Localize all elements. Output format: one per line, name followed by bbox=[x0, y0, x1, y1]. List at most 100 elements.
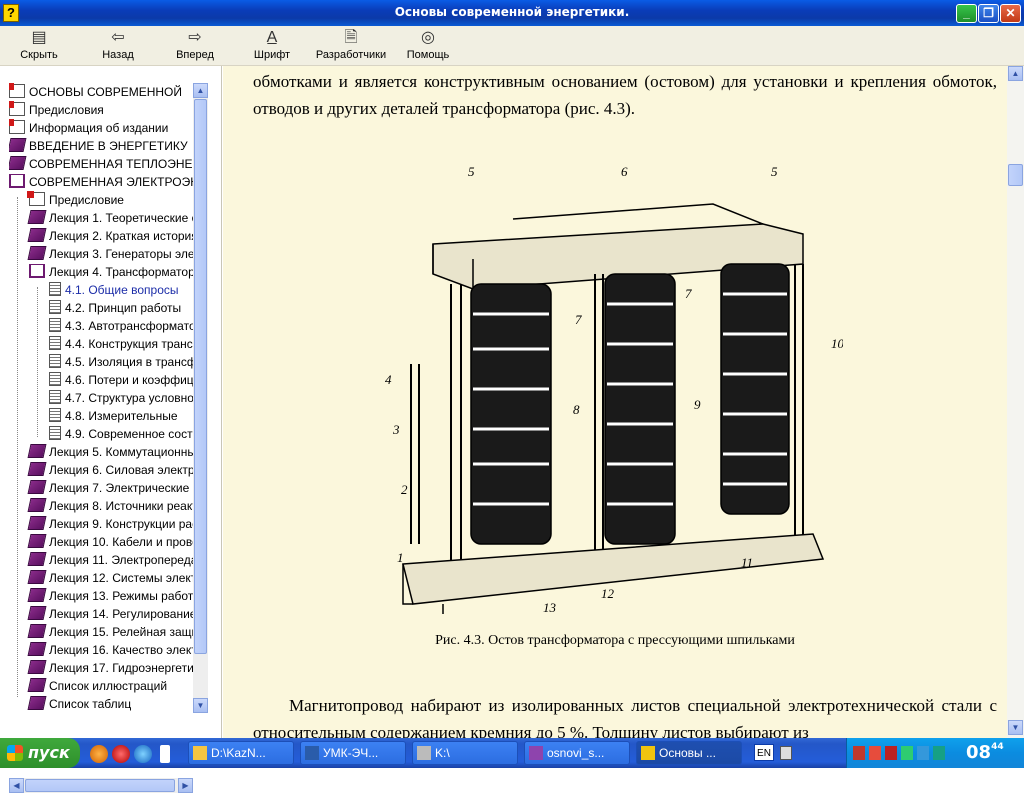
scroll-up-arrow-icon[interactable]: ▲ bbox=[193, 83, 208, 98]
content-vertical-scrollbar[interactable]: ▲ ▼ bbox=[1007, 66, 1024, 738]
help-button[interactable]: ◎ Помощь bbox=[404, 28, 452, 64]
toc-item[interactable]: Лекция 9. Конструкции распределительных bbox=[27, 515, 194, 533]
toc-item[interactable]: Лекция 4. Трансформаторы bbox=[29, 263, 194, 281]
maximize-button[interactable]: ❐ bbox=[978, 4, 999, 23]
toc-item[interactable]: Предисловия bbox=[9, 101, 104, 119]
antivirus-icon[interactable] bbox=[869, 746, 881, 760]
quicklaunch-desktop-icon[interactable] bbox=[160, 745, 170, 763]
toc-item-label: СОВРЕМЕННАЯ ЭЛЕКТРОЭНЕРГЕТИКА bbox=[29, 175, 194, 189]
content-scroll-thumb[interactable] bbox=[1008, 164, 1023, 186]
volume-icon[interactable] bbox=[853, 746, 865, 760]
toc-item[interactable]: Лекция 5. Коммутационные bbox=[27, 443, 194, 461]
toc-item[interactable]: ОСНОВЫ СОВРЕМЕННОЙ bbox=[9, 83, 182, 101]
toc-item[interactable]: Лекция 14. Регулирование bbox=[27, 605, 194, 623]
contents-scroll-thumb[interactable] bbox=[194, 99, 207, 654]
toc-item[interactable]: Лекция 10. Кабели и провода bbox=[27, 533, 194, 551]
toc-item[interactable]: Лекция 1. Теоретические основы bbox=[27, 209, 194, 227]
taskbar-task-button[interactable]: УМК-ЭЧ... bbox=[300, 741, 406, 765]
toc-item[interactable]: Лекция 3. Генераторы электрических станц… bbox=[27, 245, 194, 263]
toc-item-label: СОВРЕМЕННАЯ ТЕПЛОЭНЕРГЕТИКА bbox=[29, 157, 194, 171]
toc-item[interactable]: Лекция 6. Силовая электроника bbox=[27, 461, 194, 479]
close-button[interactable]: ✕ bbox=[1000, 4, 1021, 23]
back-button[interactable]: ⇦ Назад bbox=[96, 28, 140, 64]
book-icon bbox=[9, 156, 27, 170]
font-button[interactable]: A̲ Шрифт bbox=[252, 28, 292, 64]
toc-item[interactable]: Предисловие bbox=[27, 191, 124, 209]
network-icon[interactable] bbox=[901, 746, 913, 760]
toc-item[interactable]: Лекция 16. Качество электроэнергии bbox=[27, 641, 194, 659]
content-scroll-up-icon[interactable]: ▲ bbox=[1008, 66, 1023, 81]
book-open-icon bbox=[29, 264, 45, 278]
toc-item[interactable]: СОВРЕМЕННАЯ ТЕПЛОЭНЕРГЕТИКА bbox=[9, 155, 194, 173]
book-icon bbox=[27, 552, 47, 566]
taskbar-task-button[interactable]: D:\KazN... bbox=[188, 741, 294, 765]
toc-item[interactable]: 4.2. Принцип работы bbox=[49, 299, 181, 317]
folder-icon bbox=[193, 746, 207, 760]
toc-item-label: 4.2. Принцип работы bbox=[65, 301, 182, 315]
clock[interactable]: 0844 bbox=[966, 742, 1004, 763]
toc-item-label: Информация об издании bbox=[29, 121, 169, 135]
start-button[interactable]: пуск bbox=[0, 738, 80, 768]
toc-item[interactable]: 4.3. Автотрансформаторы bbox=[49, 317, 194, 335]
toc-item[interactable]: Информация об издании bbox=[9, 119, 168, 137]
toc-item[interactable]: 4.5. Изоляция в трансформаторах bbox=[49, 353, 194, 371]
hide-button[interactable]: ▤ Скрыть bbox=[16, 28, 62, 64]
toc-item[interactable]: 4.1. Общие вопросы bbox=[49, 281, 179, 299]
contents-horizontal-scrollbar[interactable]: ◀ ▶ bbox=[9, 778, 193, 793]
toc-item[interactable]: Лекция 17. Гидроэнергетика bbox=[27, 659, 194, 677]
transformer-core-figure: 12345 56778 910111213 bbox=[385, 164, 843, 614]
toc-item-label: Лекция 16. Качество электроэнергии bbox=[49, 643, 194, 657]
contents-hscroll-thumb[interactable] bbox=[25, 779, 175, 792]
minimize-button[interactable]: _ bbox=[956, 4, 977, 23]
toc-item-label: 4.4. Конструкция трансформатора bbox=[65, 337, 194, 351]
book-icon bbox=[27, 246, 47, 260]
keyboard-icon[interactable] bbox=[780, 746, 792, 760]
toc-item[interactable]: Список таблиц bbox=[27, 695, 131, 713]
toc-item[interactable]: 4.6. Потери и коэффициент bbox=[49, 371, 194, 389]
taskbar-task-button[interactable]: osnovi_s... bbox=[524, 741, 630, 765]
battery-icon[interactable] bbox=[933, 746, 945, 760]
toc-item[interactable]: 4.8. Измерительные bbox=[49, 407, 178, 425]
quicklaunch-firefox-icon[interactable] bbox=[90, 745, 108, 763]
toc-item[interactable]: Лекция 7. Электрические bbox=[27, 479, 189, 497]
kaspersky-icon[interactable] bbox=[885, 746, 897, 760]
toc-item[interactable]: 4.4. Конструкция трансформатора bbox=[49, 335, 194, 353]
scroll-right-arrow-icon[interactable]: ▶ bbox=[178, 778, 193, 793]
drive-icon bbox=[417, 746, 431, 760]
toc-item[interactable]: СОВРЕМЕННАЯ ЭЛЕКТРОЭНЕРГЕТИКА bbox=[9, 173, 194, 191]
toc-item[interactable]: 4.9. Современное состояние bbox=[49, 425, 194, 443]
taskbar-task-button[interactable]: K:\ bbox=[412, 741, 518, 765]
window-title: Основы современной энергетики. bbox=[394, 5, 630, 19]
toc-item-label: 4.7. Структура условного bbox=[65, 391, 194, 405]
content-scroll-down-icon[interactable]: ▼ bbox=[1008, 720, 1023, 735]
forward-button[interactable]: ⇨ Вперед bbox=[172, 28, 218, 64]
quicklaunch-opera-icon[interactable] bbox=[112, 745, 130, 763]
toc-item[interactable]: Список иллюстраций bbox=[27, 677, 167, 695]
language-indicator[interactable]: EN bbox=[754, 744, 774, 761]
scroll-left-arrow-icon[interactable]: ◀ bbox=[9, 778, 24, 793]
book-icon bbox=[27, 678, 47, 692]
usb-icon[interactable] bbox=[917, 746, 929, 760]
toc-item[interactable]: Лекция 8. Источники реактивной bbox=[27, 497, 194, 515]
toc-item[interactable]: Лекция 2. Краткая история bbox=[27, 227, 194, 245]
developers-button[interactable]: 🗎 Разработчики bbox=[312, 28, 390, 64]
figure-callout-label: 3 bbox=[392, 422, 400, 437]
taskbar-task-label: УМК-ЭЧ... bbox=[323, 746, 379, 760]
toc-item[interactable]: Лекция 11. Электропередачи bbox=[27, 551, 194, 569]
figure-callout-label: 7 bbox=[575, 312, 582, 327]
taskbar-task-button[interactable]: Основы ... bbox=[636, 741, 742, 765]
toc-item[interactable]: 4.7. Структура условного bbox=[49, 389, 194, 407]
toc-item[interactable]: Лекция 12. Системы электроснабжения bbox=[27, 569, 194, 587]
doc-red-icon bbox=[9, 101, 25, 116]
doc-icon bbox=[49, 372, 61, 386]
quicklaunch-ie-icon[interactable] bbox=[134, 745, 152, 763]
developers-button-label: Разработчики bbox=[315, 49, 387, 61]
scroll-down-arrow-icon[interactable]: ▼ bbox=[193, 698, 208, 713]
toc-item[interactable]: Лекция 13. Режимы работы bbox=[27, 587, 194, 605]
toc-item-label: Предисловие bbox=[49, 193, 124, 207]
doc-red-icon bbox=[9, 119, 25, 134]
toc-item[interactable]: ВВЕДЕНИЕ В ЭНЕРГЕТИКУ bbox=[9, 137, 188, 155]
toc-item[interactable]: Лекция 15. Релейная защита bbox=[27, 623, 194, 641]
tree-guide-line bbox=[37, 287, 38, 437]
contents-vertical-scrollbar[interactable]: ▲ ▼ bbox=[193, 83, 208, 713]
